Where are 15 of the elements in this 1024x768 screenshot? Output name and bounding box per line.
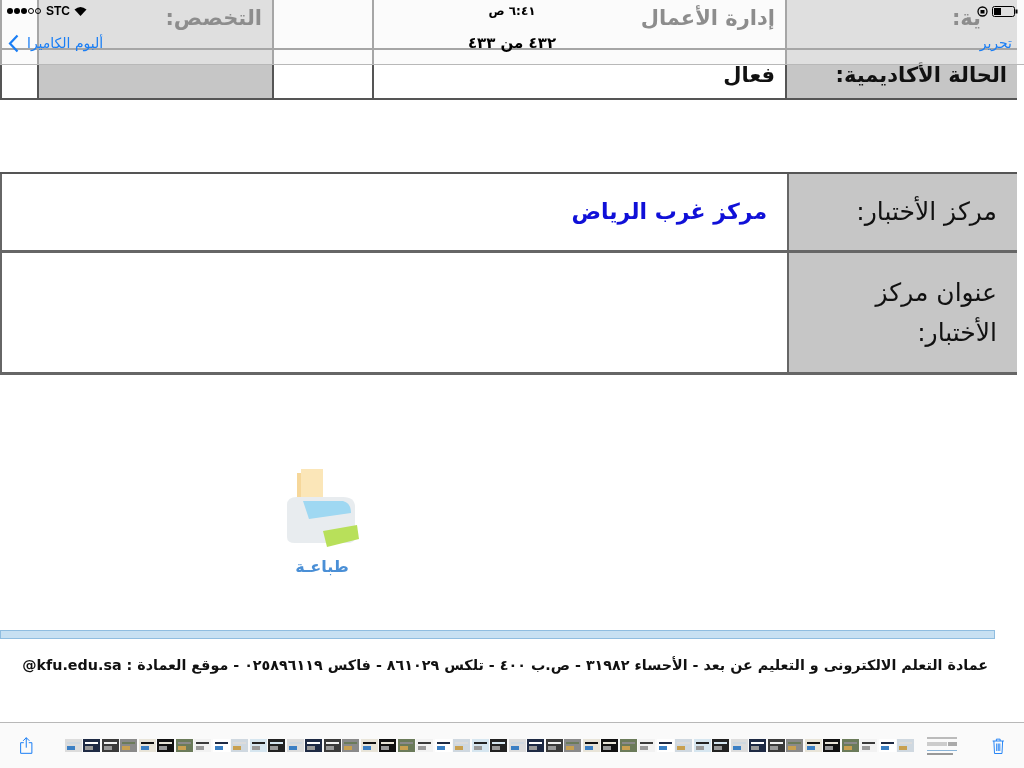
table-cell: مركز الأختبار: [787,174,1017,250]
print-label[interactable]: طباعـة [295,557,349,576]
wifi-icon [74,6,87,16]
battery-icon [992,5,1018,17]
photo-counter-title: ٤٣٢ من ٤٣٣ [467,34,557,52]
footer-text: @kfu.edu.sa : عمادة التعلم الالكترونى و التعليم عن بعد - الأحساء ٣١٩٨٢ - ص.ب ٤٠٠ - تلكس ٨٦١٠٢٩ - فاكس ٠٢٥٨٩٦١١٩ - موقع العمادة [22,657,988,673]
carrier-name: STC [46,4,70,18]
exam-center-value: مركز غرب الرياض [571,198,767,227]
chevron-left-icon [8,33,19,53]
status-time: ٦:٤١ ص [488,4,536,18]
signal-icon [6,7,42,15]
back-button[interactable]: ألبوم الكاميرا [8,33,104,53]
table-cell: عنوان مركز الأختبار: [787,253,1017,372]
edit-button[interactable]: تحرير [979,35,1012,51]
table-cell: الحالة الأكاديمية: [785,50,1017,98]
